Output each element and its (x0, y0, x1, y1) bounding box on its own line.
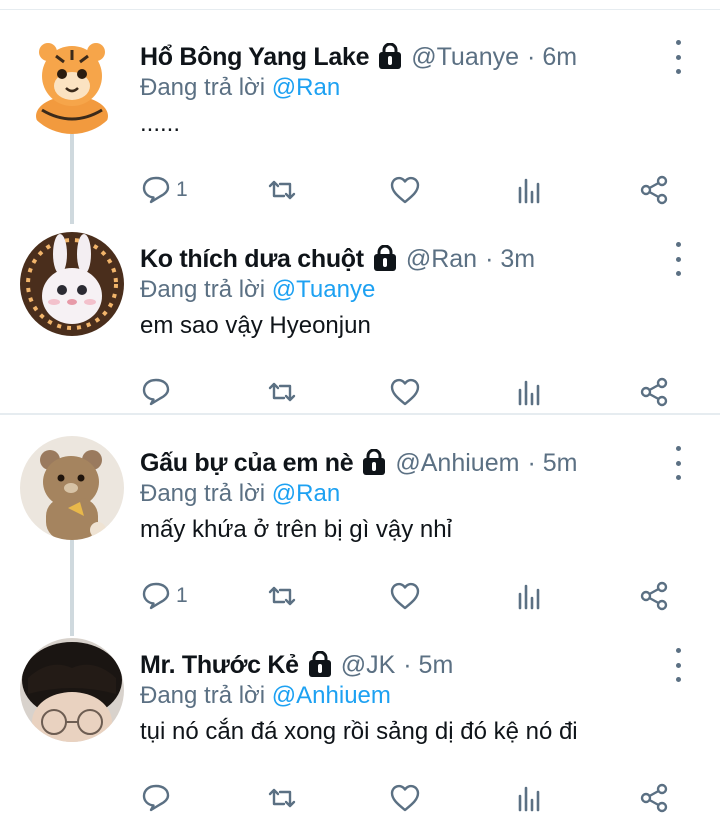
analytics-icon (518, 380, 540, 406)
heart-icon (390, 784, 420, 812)
analytics-button[interactable] (514, 778, 546, 818)
reply-icon (142, 784, 170, 812)
avatar-tiger[interactable] (20, 30, 124, 134)
reply-count: 1 (176, 178, 188, 201)
mention-link[interactable]: @Ran (272, 480, 340, 507)
avatar-person[interactable] (20, 638, 124, 742)
display-name[interactable]: Gấu bự của em nè (140, 449, 354, 478)
more-options-icon[interactable] (668, 648, 688, 682)
share-icon (640, 581, 668, 611)
reply-button[interactable]: 1 (140, 576, 188, 616)
share-icon (640, 175, 668, 205)
display-name[interactable]: Mr. Thước Kẻ (140, 651, 299, 680)
share-icon (640, 783, 668, 813)
retweet-icon (268, 586, 296, 606)
timestamp[interactable]: · 5m (527, 449, 577, 478)
reply-button[interactable] (140, 778, 176, 818)
analytics-icon (518, 786, 540, 812)
reply-prefix: Đang trả lời (140, 276, 266, 303)
tweet[interactable]: Gấu bự của em nè @Anhiuem · 5m Đang trả … (0, 416, 720, 618)
share-button[interactable] (638, 170, 670, 210)
share-button[interactable] (638, 576, 670, 616)
retweet-button[interactable] (266, 576, 298, 616)
tweet-header: Gấu bự của em nè @Anhiuem · 5m (140, 443, 577, 483)
user-handle[interactable]: @Ran (406, 245, 477, 274)
replying-to: Đang trả lời @Ran (140, 74, 340, 102)
tweet-header: Hổ Bông Yang Lake @Tuanye · 6m (140, 37, 577, 77)
heart-icon (390, 176, 420, 204)
user-handle[interactable]: @JK (341, 651, 396, 680)
like-button[interactable] (389, 170, 421, 210)
reply-button[interactable] (140, 372, 176, 412)
retweet-icon (268, 382, 296, 402)
tweet-text: tụi nó cắn đá xong rồi sảng dị đó kệ nó … (140, 718, 578, 745)
reply-button[interactable]: 1 (140, 170, 188, 210)
analytics-icon (518, 584, 540, 610)
tweet-header: Ko thích dưa chuột @Ran · 3m (140, 239, 535, 279)
mention-link[interactable]: @Anhiuem (272, 682, 391, 709)
timestamp[interactable]: · 6m (527, 43, 577, 72)
reply-icon (142, 176, 170, 204)
analytics-button[interactable] (514, 372, 546, 412)
analytics-button[interactable] (514, 170, 546, 210)
avatar-bear[interactable] (20, 436, 124, 540)
heart-icon (390, 378, 420, 406)
mention-link[interactable]: @Tuanye (272, 276, 376, 303)
retweet-button[interactable] (266, 372, 298, 412)
like-button[interactable] (389, 372, 421, 412)
thread-2: Gấu bự của em nè @Anhiuem · 5m Đang trả … (0, 414, 720, 822)
share-button[interactable] (638, 778, 670, 818)
tweet-text: em sao vậy Hyeonjun (140, 312, 371, 339)
mention-link[interactable]: @Ran (272, 74, 340, 101)
more-options-icon[interactable] (668, 40, 688, 74)
action-bar (140, 778, 680, 818)
share-button[interactable] (638, 372, 670, 412)
action-bar (140, 372, 680, 412)
lock-icon (372, 244, 398, 273)
replying-to: Đang trả lời @Anhiuem (140, 682, 391, 710)
retweet-icon (268, 180, 296, 200)
tweet[interactable]: Ko thích dưa chuột @Ran · 3m Đang trả lờ… (0, 212, 720, 414)
reply-icon (142, 378, 170, 406)
tweet[interactable]: Mr. Thước Kẻ @JK · 5m Đang trả lời @Anhi… (0, 618, 720, 820)
action-bar: 1 (140, 170, 680, 210)
lock-icon (307, 650, 333, 679)
display-name[interactable]: Hổ Bông Yang Lake (140, 43, 370, 72)
like-button[interactable] (389, 576, 421, 616)
avatar-bunny[interactable] (20, 232, 124, 336)
more-options-icon[interactable] (668, 242, 688, 276)
analytics-icon (518, 178, 540, 204)
lock-icon (361, 448, 387, 477)
heart-icon (390, 582, 420, 610)
reply-icon (142, 582, 170, 610)
reply-prefix: Đang trả lời (140, 682, 266, 709)
replying-to: Đang trả lời @Tuanye (140, 276, 375, 304)
user-handle[interactable]: @Anhiuem (395, 449, 519, 478)
reply-count: 1 (176, 584, 188, 607)
timestamp[interactable]: · 3m (485, 245, 535, 274)
lock-icon (377, 42, 403, 71)
tweet-text: ...... (140, 110, 181, 137)
replying-to: Đang trả lời @Ran (140, 480, 340, 508)
retweet-icon (268, 788, 296, 808)
more-options-icon[interactable] (668, 446, 688, 480)
timestamp[interactable]: · 5m (403, 651, 453, 680)
tweet[interactable]: Hổ Bông Yang Lake @Tuanye · 6m Đang trả … (0, 10, 720, 212)
user-handle[interactable]: @Tuanye (411, 43, 519, 72)
retweet-button[interactable] (266, 170, 298, 210)
display-name[interactable]: Ko thích dưa chuột (140, 245, 364, 274)
tweet-header: Mr. Thước Kẻ @JK · 5m (140, 645, 453, 685)
retweet-button[interactable] (266, 778, 298, 818)
reply-prefix: Đang trả lời (140, 74, 266, 101)
reply-prefix: Đang trả lời (140, 480, 266, 507)
thread-1: Hổ Bông Yang Lake @Tuanye · 6m Đang trả … (0, 0, 720, 414)
analytics-button[interactable] (514, 576, 546, 616)
action-bar: 1 (140, 576, 680, 616)
share-icon (640, 377, 668, 407)
tweet-text: mấy khứa ở trên bị gì vậy nhỉ (140, 516, 452, 543)
like-button[interactable] (389, 778, 421, 818)
